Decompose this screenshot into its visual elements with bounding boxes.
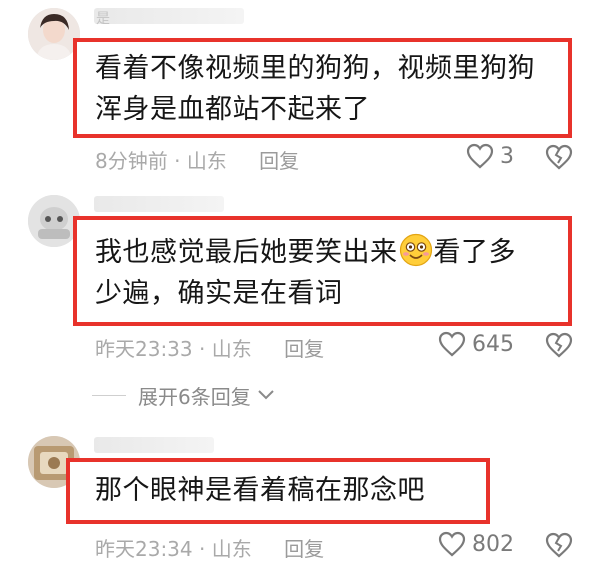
comment-meta: 昨天23:34 · 山东 回复	[95, 537, 325, 561]
comment-text: 我也感觉最后她要笑出来 看了多 少遍，确实是在看词	[95, 232, 516, 314]
comment-text: 看着不像视频里的狗狗，视频里狗狗 浑身是血都站不起来了	[95, 53, 535, 125]
heart-icon	[466, 143, 494, 169]
like-button[interactable]: 3	[466, 143, 514, 169]
like-button[interactable]: 645	[438, 331, 514, 357]
timestamp: 昨天23:33	[95, 337, 193, 361]
heart-icon	[438, 531, 466, 557]
like-count: 645	[472, 331, 514, 357]
reply-button[interactable]: 回复	[259, 149, 299, 173]
heart-icon	[438, 331, 466, 357]
smiling-emoji-icon	[399, 233, 432, 267]
comment-meta: 昨天23:33 · 山东 回复	[95, 337, 325, 361]
comment-text: 那个眼神是看着稿在那念吧	[95, 475, 425, 506]
username[interactable]: 是	[94, 8, 244, 27]
location: 山东	[186, 149, 227, 173]
comment-meta: 8分钟前 · 山东 回复	[95, 149, 300, 173]
like-count: 3	[500, 143, 514, 169]
timestamp: 昨天23:34	[95, 537, 193, 561]
timestamp: 8分钟前	[95, 149, 168, 173]
dislike-heart-icon	[545, 532, 573, 558]
location: 山东	[211, 337, 252, 361]
chevron-down-icon	[258, 390, 274, 400]
divider	[92, 394, 126, 396]
like-button[interactable]: 802	[438, 531, 514, 557]
like-count: 802	[472, 531, 514, 557]
username[interactable]	[94, 196, 224, 212]
reply-button[interactable]: 回复	[284, 337, 324, 361]
dislike-button[interactable]	[545, 144, 573, 174]
expand-replies-button[interactable]: 展开6条回复	[92, 380, 275, 410]
dislike-heart-icon	[545, 144, 573, 170]
dislike-button[interactable]	[545, 332, 573, 362]
dislike-heart-icon	[545, 332, 573, 358]
location: 山东	[211, 537, 252, 561]
reply-button[interactable]: 回复	[284, 537, 324, 561]
username[interactable]	[94, 437, 214, 453]
dislike-button[interactable]	[545, 532, 573, 562]
